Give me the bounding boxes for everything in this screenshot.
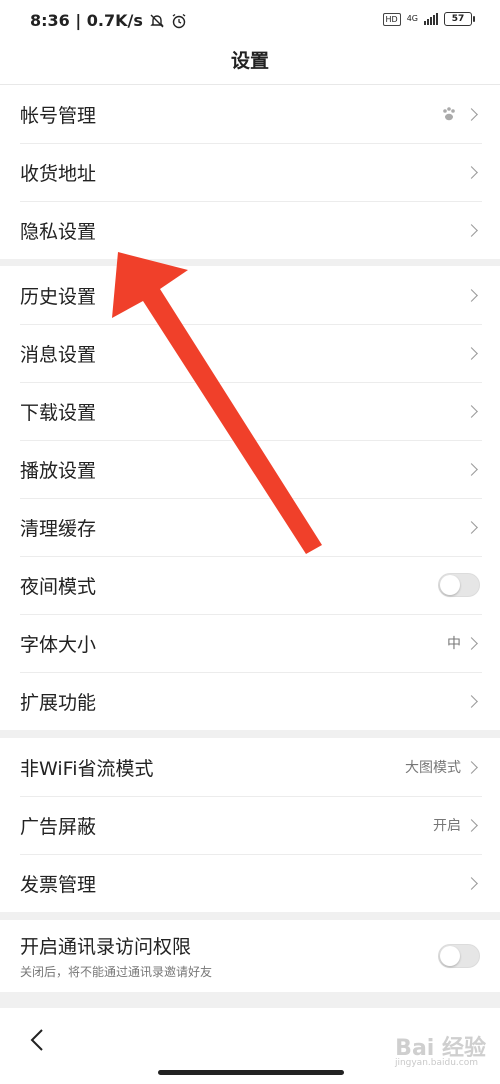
paw-icon xyxy=(443,107,455,121)
status-time-speed: 8:36 | 0.7K/s xyxy=(30,11,143,30)
settings-item-font-size[interactable]: 字体大小 中 xyxy=(0,614,500,672)
settings-item-value: 大图模式 xyxy=(405,760,461,776)
battery-icon: 57 xyxy=(444,12,475,26)
settings-group-network: 非WiFi省流模式 大图模式 广告屏蔽 开启 发票管理 xyxy=(0,738,500,912)
chevron-right-icon xyxy=(465,288,478,302)
status-bar: 8:36 | 0.7K/s HD 4G 57 xyxy=(0,0,500,44)
settings-item-label: 帐号管理 xyxy=(20,104,97,127)
chevron-right-icon xyxy=(465,107,478,121)
signal-icon xyxy=(424,13,438,25)
settings-item-address[interactable]: 收货地址 xyxy=(0,143,500,201)
settings-item-label: 非WiFi省流模式 xyxy=(20,757,154,780)
settings-item-history[interactable]: 历史设置 xyxy=(0,266,500,324)
settings-item-extensions[interactable]: 扩展功能 xyxy=(0,672,500,730)
settings-item-label: 广告屏蔽 xyxy=(20,815,97,838)
settings-item-value: 中 xyxy=(447,636,461,652)
chevron-right-icon xyxy=(465,876,478,890)
settings-item-label: 字体大小 xyxy=(20,633,97,656)
settings-item-account[interactable]: 帐号管理 xyxy=(0,85,500,143)
settings-item-ad-block[interactable]: 广告屏蔽 开启 xyxy=(0,796,500,854)
chevron-right-icon xyxy=(465,520,478,534)
night-mode-toggle[interactable] xyxy=(438,573,480,597)
notification-off-icon xyxy=(150,14,164,27)
settings-item-label: 消息设置 xyxy=(20,343,97,366)
page-title: 设置 xyxy=(0,44,500,85)
settings-item-description: 关闭后，将不能通过通讯录邀请好友 xyxy=(20,965,213,979)
status-right: HD 4G 57 xyxy=(382,12,475,26)
contacts-access-toggle[interactable] xyxy=(438,944,480,968)
settings-item-label: 夜间模式 xyxy=(20,575,97,598)
settings-item-download[interactable]: 下载设置 xyxy=(0,382,500,440)
chevron-right-icon xyxy=(465,223,478,237)
settings-item-label: 开启通讯录访问权限 xyxy=(20,936,192,958)
settings-item-privacy[interactable]: 隐私设置 xyxy=(0,201,500,259)
chevron-right-icon xyxy=(465,636,478,650)
settings-item-playback[interactable]: 播放设置 xyxy=(0,440,500,498)
settings-item-label: 隐私设置 xyxy=(20,220,97,243)
settings-item-label: 清理缓存 xyxy=(20,517,97,540)
chevron-right-icon xyxy=(465,165,478,179)
chevron-right-icon xyxy=(465,462,478,476)
alarm-icon xyxy=(172,13,186,28)
settings-item-label: 扩展功能 xyxy=(20,691,97,714)
status-left: 8:36 | 0.7K/s xyxy=(30,11,187,30)
hd-badge: HD xyxy=(382,12,401,26)
settings-item-label: 播放设置 xyxy=(20,459,97,482)
settings-item-clear-cache[interactable]: 清理缓存 xyxy=(0,498,500,556)
network-label: 4G xyxy=(406,14,418,23)
chevron-right-icon xyxy=(465,818,478,832)
watermark-url: jingyan.baidu.com xyxy=(394,1058,478,1068)
settings-item-label: 收货地址 xyxy=(20,162,97,185)
settings-item-invoice[interactable]: 发票管理 xyxy=(0,854,500,912)
settings-item-night-mode: 夜间模式 xyxy=(0,556,500,614)
settings-item-contacts-access: 开启通讯录访问权限 关闭后，将不能通过通讯录邀请好友 xyxy=(0,920,500,992)
chevron-right-icon xyxy=(465,404,478,418)
settings-item-label: 历史设置 xyxy=(20,285,97,308)
chevron-right-icon xyxy=(465,694,478,708)
settings-group-general: 历史设置 消息设置 下载设置 播放设置 清理缓存 夜间模式 字体大小 中 扩展功… xyxy=(0,266,500,730)
settings-item-data-saver[interactable]: 非WiFi省流模式 大图模式 xyxy=(0,738,500,796)
settings-group-account: 帐号管理 收货地址 隐私设置 xyxy=(0,85,500,259)
chevron-right-icon xyxy=(465,346,478,360)
settings-item-value: 开启 xyxy=(433,818,461,834)
back-icon[interactable] xyxy=(26,1028,50,1052)
settings-group-contacts: 开启通讯录访问权限 关闭后，将不能通过通讯录邀请好友 xyxy=(0,920,500,992)
settings-item-text: 开启通讯录访问权限 关闭后，将不能通过通讯录邀请好友 xyxy=(20,932,438,980)
settings-item-messages[interactable]: 消息设置 xyxy=(0,324,500,382)
settings-item-label: 发票管理 xyxy=(20,873,97,896)
toggle-knob xyxy=(440,575,460,595)
toggle-knob xyxy=(440,946,460,966)
chevron-right-icon xyxy=(465,760,478,774)
settings-item-label: 下载设置 xyxy=(20,401,97,424)
home-indicator[interactable] xyxy=(158,1070,344,1075)
